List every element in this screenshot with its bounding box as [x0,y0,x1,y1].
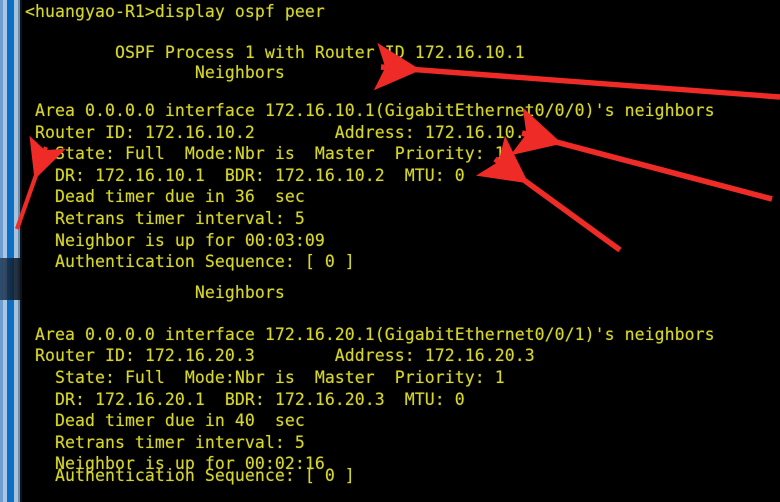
console-line: Router ID: 172.16.10.2 Address: 172.16.1… [25,123,535,142]
console-line: <huangyao-R1>display ospf peer [25,2,325,21]
console-line: Authentication Sequence: [ 0 ] [25,466,355,485]
frame-band-gap [22,0,25,502]
window-frame-left [0,0,25,502]
console-line: Neighbors [25,63,285,82]
window-frame-notch [0,258,20,300]
console-line: OSPF Process 1 with Router ID 172.16.10.… [25,43,525,62]
console-output[interactable]: <huangyao-R1>display ospf peer OSPF Proc… [25,0,780,502]
console-line: State: Full Mode:Nbr is Master Priority:… [25,368,505,387]
console-line: Neighbor is up for 00:03:09 [25,231,325,250]
console-line: Router ID: 172.16.20.3 Address: 172.16.2… [25,346,535,365]
console-line: Area 0.0.0.0 interface 172.16.20.1(Gigab… [25,325,715,344]
console-line: State: Full Mode:Nbr is Master Priority:… [25,144,505,163]
console-line: Retrans timer interval: 5 [25,433,305,452]
console-line: Area 0.0.0.0 interface 172.16.10.1(Gigab… [25,101,715,120]
terminal-window: <huangyao-R1>display ospf peer OSPF Proc… [0,0,780,502]
console-line: Authentication Sequence: [ 0 ] [25,252,355,271]
console-line: Dead timer due in 36 sec [25,187,305,206]
console-line: DR: 172.16.20.1 BDR: 172.16.20.3 MTU: 0 [25,390,465,409]
console-line: Neighbors [25,283,285,302]
console-line: Dead timer due in 40 sec [25,411,305,430]
console-line: DR: 172.16.10.1 BDR: 172.16.10.2 MTU: 0 [25,166,465,185]
frame-band-accent [7,0,14,502]
console-line: Retrans timer interval: 5 [25,209,305,228]
